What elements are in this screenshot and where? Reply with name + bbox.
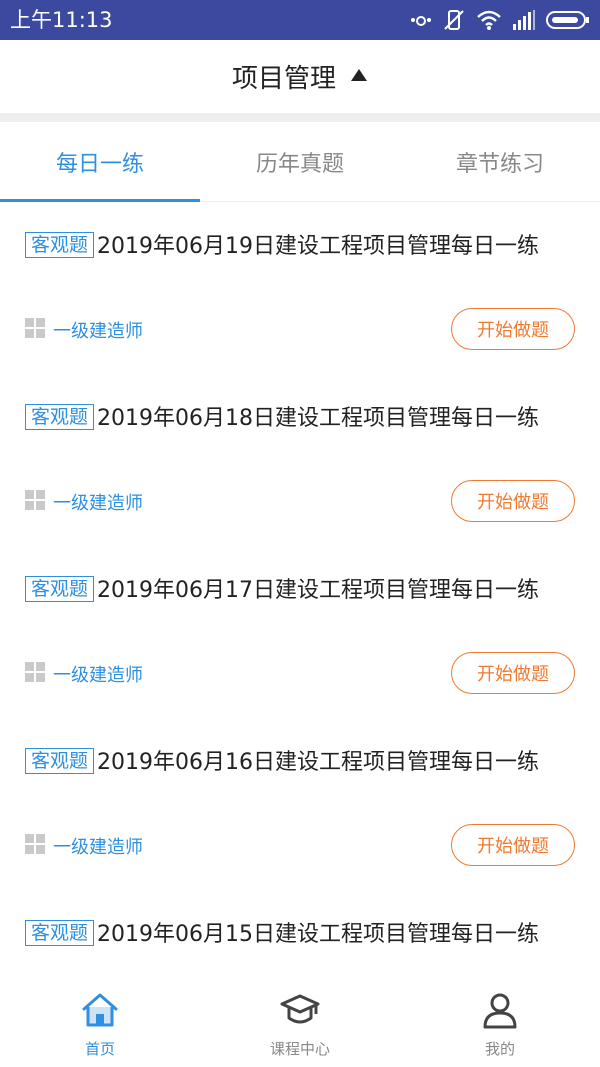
category-label: 一级建造师: [53, 665, 143, 686]
wifi-icon: [476, 9, 502, 31]
subject-selector[interactable]: 项目管理: [0, 40, 600, 113]
status-bar: 上午11:13: [0, 0, 600, 40]
item-title: 客观题 2019年06月16日建设工程项目管理每日一练: [25, 744, 575, 782]
battery-icon: [546, 10, 590, 30]
item-meta: 一级建造师: [25, 316, 143, 344]
list-item[interactable]: 客观题 2019年06月17日建设工程项目管理每日一练 一级建造师 开始做题: [0, 546, 600, 718]
bottom-nav: 首页 课程中心 我的: [0, 982, 600, 1067]
graduation-cap-icon: [280, 990, 320, 1034]
item-title: 客观题 2019年06月17日建设工程项目管理每日一练: [25, 572, 575, 610]
item-title: 客观题 2019年06月18日建设工程项目管理每日一练: [25, 400, 575, 438]
question-type-badge: 客观题: [25, 232, 95, 258]
app-header: 项目管理: [0, 40, 600, 113]
item-meta: 一级建造师: [25, 832, 143, 860]
item-title-text: 2019年06月19日建设工程项目管理每日一练: [97, 234, 539, 259]
list-item[interactable]: 客观题 2019年06月16日建设工程项目管理每日一练 一级建造师 开始做题: [0, 718, 600, 890]
start-practice-button[interactable]: 开始做题: [451, 480, 575, 522]
list-item[interactable]: 客观题 2019年06月19日建设工程项目管理每日一练 一级建造师 开始做题: [0, 202, 600, 374]
item-title: 客观题 2019年06月15日建设工程项目管理每日一练: [25, 916, 575, 954]
question-type-badge: 客观题: [25, 576, 95, 602]
signal-icon: [512, 10, 536, 30]
item-meta: 一级建造师: [25, 488, 143, 516]
mute-icon: [442, 8, 466, 32]
start-practice-button[interactable]: 开始做题: [451, 652, 575, 694]
tab-past-exams[interactable]: 历年真题: [200, 122, 400, 201]
nav-home[interactable]: 首页: [0, 982, 200, 1067]
grid-icon: [25, 490, 45, 514]
item-title-text: 2019年06月18日建设工程项目管理每日一练: [97, 406, 539, 431]
category-label: 一级建造师: [53, 321, 143, 342]
category-label: 一级建造师: [53, 493, 143, 514]
home-icon: [80, 990, 120, 1034]
item-title-text: 2019年06月16日建设工程项目管理每日一练: [97, 750, 539, 775]
category-label: 一级建造师: [53, 837, 143, 858]
item-title-text: 2019年06月15日建设工程项目管理每日一练: [97, 922, 539, 947]
question-type-badge: 客观题: [25, 920, 95, 946]
question-type-badge: 客观题: [25, 404, 95, 430]
nav-course-center[interactable]: 课程中心: [200, 982, 400, 1067]
grid-icon: [25, 318, 45, 342]
start-practice-button[interactable]: 开始做题: [451, 824, 575, 866]
grid-icon: [25, 662, 45, 686]
nav-home-label: 首页: [84, 1040, 115, 1058]
tab-daily-practice[interactable]: 每日一练: [0, 122, 200, 202]
grid-icon: [25, 834, 45, 858]
alarm-icon: [410, 9, 432, 31]
status-icons: [410, 8, 590, 32]
nav-profile-label: 我的: [484, 1040, 515, 1058]
nav-profile[interactable]: 我的: [400, 982, 600, 1067]
status-time: 上午11:13: [10, 8, 113, 32]
item-title-text: 2019年06月17日建设工程项目管理每日一练: [97, 578, 539, 603]
practice-list: 客观题 2019年06月19日建设工程项目管理每日一练 一级建造师 开始做题 客观…: [0, 202, 600, 982]
nav-course-center-label: 课程中心: [269, 1040, 330, 1058]
page-title: 项目管理: [231, 64, 336, 94]
item-meta: 一级建造师: [25, 660, 143, 688]
caret-up-icon: [350, 67, 368, 86]
item-title: 客观题 2019年06月19日建设工程项目管理每日一练: [25, 228, 575, 266]
question-type-badge: 客观题: [25, 748, 95, 774]
list-item[interactable]: 客观题 2019年06月18日建设工程项目管理每日一练 一级建造师 开始做题: [0, 374, 600, 546]
start-practice-button[interactable]: 开始做题: [451, 308, 575, 350]
header-divider: [0, 113, 600, 122]
tab-chapter-practice[interactable]: 章节练习: [400, 122, 600, 201]
list-item[interactable]: 客观题 2019年06月15日建设工程项目管理每日一练: [0, 890, 600, 982]
tab-bar: 每日一练 历年真题 章节练习: [0, 122, 600, 202]
user-icon: [480, 990, 520, 1034]
